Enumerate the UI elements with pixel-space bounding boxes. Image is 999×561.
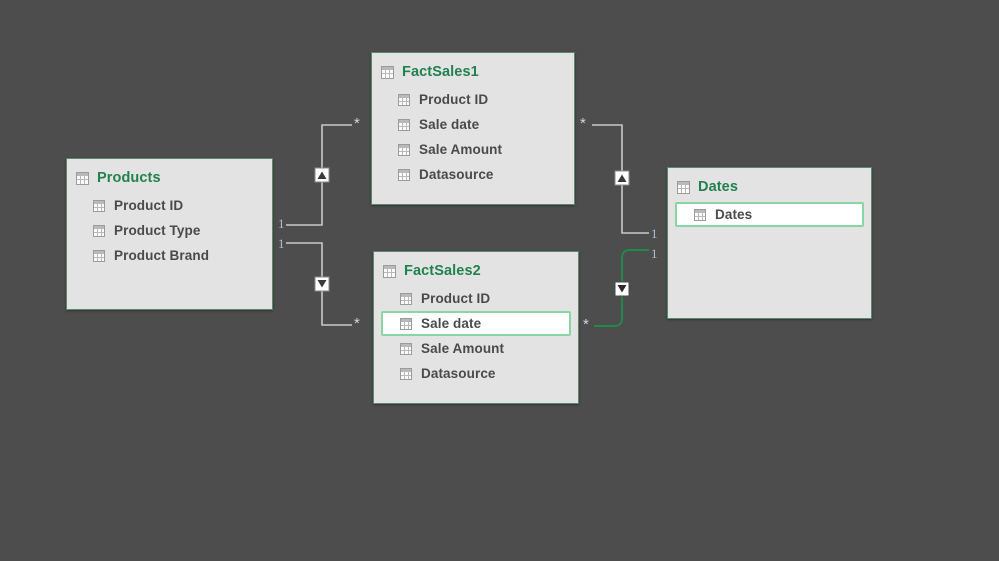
- field-row[interactable]: Product Brand: [74, 243, 265, 268]
- table-name: Dates: [698, 179, 738, 195]
- field-row-selected[interactable]: Sale date: [381, 311, 571, 336]
- relationship-products-factsales2[interactable]: [286, 242, 352, 326]
- cross-filter-arrow-down-icon: [617, 285, 627, 293]
- table-name: FactSales2: [404, 263, 481, 279]
- table-icon: [383, 264, 396, 278]
- field-icon: [400, 342, 412, 355]
- table-icon: [76, 171, 89, 185]
- table-name: Products: [97, 170, 161, 186]
- field-name: Sale date: [421, 316, 482, 331]
- field-icon: [398, 118, 410, 131]
- field-icon: [93, 224, 105, 237]
- field-icon: [398, 93, 410, 106]
- field-row[interactable]: Sale Amount: [379, 137, 567, 162]
- cardinality-star-factsales2-right: *: [583, 316, 589, 333]
- relationship-factsales2-dates[interactable]: [594, 249, 649, 327]
- table-card-factsales1[interactable]: FactSales1 Product ID Sale date Sale Amo…: [371, 52, 575, 205]
- field-name: Product ID: [419, 92, 489, 107]
- field-name: Product Type: [114, 223, 201, 238]
- field-list-products: Product ID Product Type Product Brand: [67, 193, 272, 274]
- field-name: Datasource: [421, 366, 496, 381]
- field-name: Sale date: [419, 117, 480, 132]
- field-icon: [400, 367, 412, 380]
- cardinality-star-factsales2-left: *: [354, 315, 360, 332]
- relationship-canvas[interactable]: * 1 1 * * 1 1 * Products Product ID Prod…: [0, 0, 999, 561]
- field-icon: [398, 168, 410, 181]
- field-icon: [398, 143, 410, 156]
- field-row[interactable]: Datasource: [381, 361, 571, 386]
- cardinality-one-products-top: 1: [278, 216, 285, 231]
- field-icon: [694, 208, 706, 221]
- field-row[interactable]: Sale date: [379, 112, 567, 137]
- field-name: Datasource: [419, 167, 494, 182]
- table-header-products[interactable]: Products: [67, 163, 272, 193]
- field-list-dates: Dates: [668, 202, 871, 233]
- cardinality-star-factsales1-left: *: [354, 115, 360, 132]
- field-row[interactable]: Product ID: [74, 193, 265, 218]
- field-row[interactable]: Product ID: [381, 286, 571, 311]
- relationship-factsales1-dates[interactable]: [592, 124, 649, 234]
- table-name: FactSales1: [402, 64, 479, 80]
- table-card-factsales2[interactable]: FactSales2 Product ID Sale date Sale Amo…: [373, 251, 579, 404]
- field-name: Sale Amount: [421, 341, 505, 356]
- table-card-products[interactable]: Products Product ID Product Type Product…: [66, 158, 273, 310]
- field-row-selected[interactable]: Dates: [675, 202, 864, 227]
- field-icon: [93, 249, 105, 262]
- cardinality-one-dates-top: 1: [651, 226, 658, 241]
- field-list-factsales1: Product ID Sale date Sale Amount Datasou…: [372, 87, 574, 193]
- cardinality-one-dates-bottom: 1: [651, 246, 658, 261]
- cardinality-one-products-bottom: 1: [278, 236, 285, 251]
- relationship-products-factsales1[interactable]: [286, 124, 352, 226]
- field-row[interactable]: Product ID: [379, 87, 567, 112]
- cross-filter-arrow-down-icon: [317, 280, 327, 288]
- field-row[interactable]: Product Type: [74, 218, 265, 243]
- field-icon: [400, 292, 412, 305]
- cardinality-star-factsales1-right: *: [580, 115, 586, 132]
- field-name: Dates: [715, 207, 753, 222]
- table-header-dates[interactable]: Dates: [668, 172, 871, 202]
- field-name: Product Brand: [114, 248, 210, 263]
- field-row[interactable]: Datasource: [379, 162, 567, 187]
- field-name: Product ID: [421, 291, 491, 306]
- cross-filter-arrow-up-icon: [617, 174, 627, 182]
- table-header-factsales2[interactable]: FactSales2: [374, 256, 578, 286]
- table-card-dates[interactable]: Dates Dates: [667, 167, 872, 319]
- cross-filter-arrow-up-icon: [317, 171, 327, 179]
- field-icon: [93, 199, 105, 212]
- table-header-factsales1[interactable]: FactSales1: [372, 57, 574, 87]
- field-row[interactable]: Sale Amount: [381, 336, 571, 361]
- field-name: Product ID: [114, 198, 184, 213]
- table-icon: [381, 65, 394, 79]
- field-name: Sale Amount: [419, 142, 503, 157]
- field-list-factsales2: Product ID Sale date Sale Amount Datasou…: [374, 286, 578, 392]
- field-icon: [400, 317, 412, 330]
- table-icon: [677, 180, 690, 194]
